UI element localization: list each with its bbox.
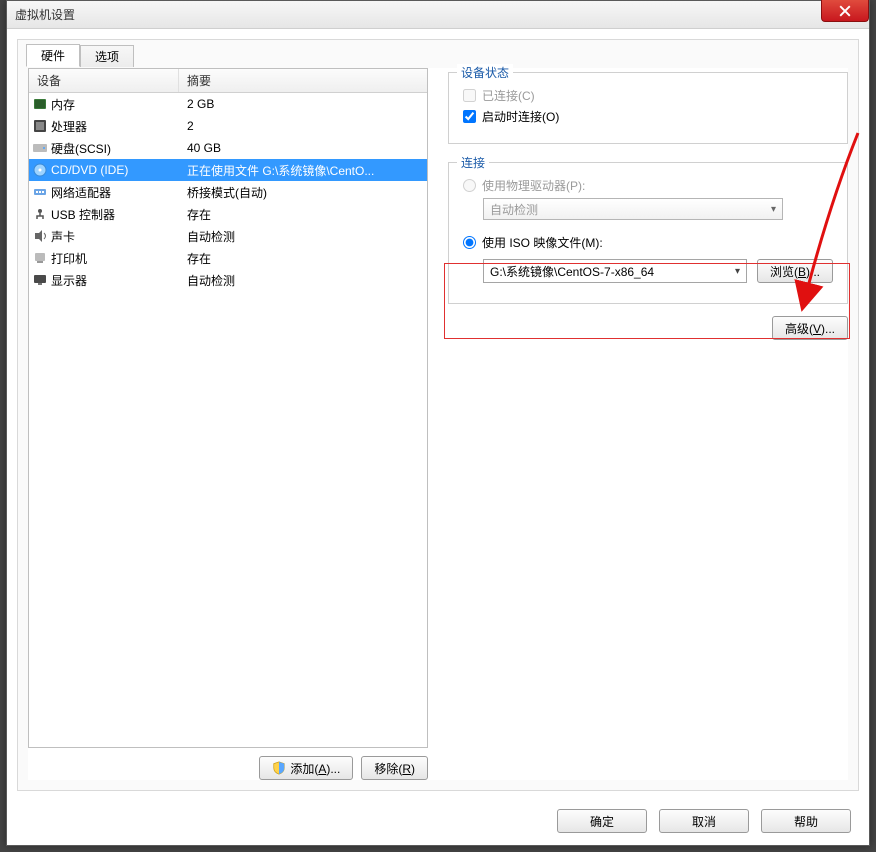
device-row[interactable]: USB 控制器存在 [29, 203, 427, 225]
device-summary: 2 [179, 119, 427, 133]
device-name: CD/DVD (IDE) [51, 163, 179, 177]
col-summary[interactable]: 摘要 [179, 69, 427, 92]
checkbox-connected-label: 已连接(C) [482, 87, 535, 104]
window-title: 虚拟机设置 [15, 6, 75, 23]
device-summary: 存在 [179, 206, 427, 223]
radio-iso-input[interactable] [463, 236, 476, 249]
group-connection: 连接 使用物理驱动器(P): 自动检测 ▾ 使用 ISO 映像文件(M): [448, 162, 848, 304]
tab-hardware-label: 硬件 [41, 47, 65, 64]
advanced-row: 高级(V)... [448, 316, 848, 340]
combo-physical-drive: 自动检测 ▾ [483, 198, 783, 220]
add-button-label: 添加(A)... [290, 760, 340, 777]
device-row[interactable]: 声卡自动检测 [29, 225, 427, 247]
device-name: 硬盘(SCSI) [51, 140, 179, 157]
combo-physical-drive-value: 自动检测 [490, 201, 538, 218]
device-summary: 2 GB [179, 97, 427, 111]
titlebar: 虚拟机设置 [7, 1, 869, 29]
sound-icon [29, 228, 51, 244]
device-summary: 自动检测 [179, 228, 427, 245]
network-icon [29, 184, 51, 200]
device-name: 声卡 [51, 228, 179, 245]
checkbox-connect-poweron[interactable]: 启动时连接(O) [463, 108, 833, 125]
device-row[interactable]: 打印机存在 [29, 247, 427, 269]
device-summary: 40 GB [179, 141, 427, 155]
advanced-button-label: 高级(V)... [785, 320, 835, 337]
group-connection-title: 连接 [457, 154, 489, 171]
device-row[interactable]: CD/DVD (IDE)正在使用文件 G:\系统镜像\CentO... [29, 159, 427, 181]
device-summary: 正在使用文件 G:\系统镜像\CentO... [179, 162, 427, 179]
cd-icon [29, 162, 51, 178]
tab-options[interactable]: 选项 [80, 45, 134, 67]
right-column: 设备状态 已连接(C) 启动时连接(O) 连接 使用物理驱动器(P): [448, 68, 848, 780]
browse-button[interactable]: 浏览(B)... [757, 259, 833, 283]
cpu-icon [29, 118, 51, 134]
device-name: 打印机 [51, 250, 179, 267]
dialog-footer: 确定 取消 帮助 [7, 797, 869, 845]
device-name: 网络适配器 [51, 184, 179, 201]
add-button[interactable]: 添加(A)... [259, 756, 353, 780]
device-name: 显示器 [51, 272, 179, 289]
device-summary: 桥接模式(自动) [179, 184, 427, 201]
device-row[interactable]: 内存2 GB [29, 93, 427, 115]
checkbox-connect-poweron-input[interactable] [463, 110, 476, 123]
tab-strip: 硬件 选项 [26, 39, 134, 62]
checkbox-connected[interactable]: 已连接(C) [463, 87, 833, 104]
browse-button-label: 浏览(B)... [770, 263, 820, 280]
tab-panel-hardware: 设备 摘要 内存2 GB处理器2硬盘(SCSI)40 GBCD/DVD (IDE… [28, 68, 848, 780]
help-button-label: 帮助 [794, 813, 818, 830]
checkbox-connected-input[interactable] [463, 89, 476, 102]
col-device[interactable]: 设备 [29, 69, 179, 92]
combo-iso-path-value: G:\系统镜像\CentOS-7-x86_64 [490, 263, 654, 280]
ok-button[interactable]: 确定 [557, 809, 647, 833]
device-list[interactable]: 设备 摘要 内存2 GB处理器2硬盘(SCSI)40 GBCD/DVD (IDE… [28, 68, 428, 748]
iso-row: G:\系统镜像\CentOS-7-x86_64 ▾ 浏览(B)... [483, 259, 833, 283]
dialog-window: 虚拟机设置 硬件 选项 设备 摘要 内存2 GB处理器2硬盘(SCSI)40 G… [6, 0, 870, 846]
device-summary: 存在 [179, 250, 427, 267]
usb-icon [29, 206, 51, 222]
radio-physical-input[interactable] [463, 179, 476, 192]
group-device-status: 设备状态 已连接(C) 启动时连接(O) [448, 72, 848, 144]
device-name: 内存 [51, 96, 179, 113]
list-header: 设备 摘要 [29, 69, 427, 93]
tab-hardware[interactable]: 硬件 [26, 44, 80, 67]
remove-button-label: 移除(R) [374, 760, 415, 777]
left-column: 设备 摘要 内存2 GB处理器2硬盘(SCSI)40 GBCD/DVD (IDE… [28, 68, 428, 780]
chevron-down-icon: ▾ [771, 204, 776, 215]
tab-options-label: 选项 [95, 48, 119, 65]
device-summary: 自动检测 [179, 272, 427, 289]
radio-physical[interactable]: 使用物理驱动器(P): [463, 177, 833, 194]
radio-physical-label: 使用物理驱动器(P): [482, 177, 585, 194]
help-button[interactable]: 帮助 [761, 809, 851, 833]
display-icon [29, 272, 51, 288]
device-row[interactable]: 硬盘(SCSI)40 GB [29, 137, 427, 159]
device-row[interactable]: 网络适配器桥接模式(自动) [29, 181, 427, 203]
combo-iso-path[interactable]: G:\系统镜像\CentOS-7-x86_64 ▾ [483, 259, 747, 283]
close-button[interactable] [821, 0, 869, 22]
checkbox-connect-poweron-label: 启动时连接(O) [482, 108, 559, 125]
chevron-down-icon[interactable]: ▾ [735, 266, 740, 277]
memory-icon [29, 96, 51, 112]
device-row[interactable]: 显示器自动检测 [29, 269, 427, 291]
device-name: 处理器 [51, 118, 179, 135]
radio-iso[interactable]: 使用 ISO 映像文件(M): [463, 234, 833, 251]
ok-button-label: 确定 [590, 813, 614, 830]
cancel-button[interactable]: 取消 [659, 809, 749, 833]
printer-icon [29, 250, 51, 266]
disk-icon [29, 140, 51, 156]
remove-button[interactable]: 移除(R) [361, 756, 428, 780]
cancel-button-label: 取消 [692, 813, 716, 830]
device-name: USB 控制器 [51, 206, 179, 223]
advanced-button[interactable]: 高级(V)... [772, 316, 848, 340]
list-buttons: 添加(A)... 移除(R) [28, 748, 428, 780]
list-body: 内存2 GB处理器2硬盘(SCSI)40 GBCD/DVD (IDE)正在使用文… [29, 93, 427, 291]
group-device-status-title: 设备状态 [457, 64, 513, 81]
close-icon [839, 5, 851, 17]
radio-iso-label: 使用 ISO 映像文件(M): [482, 234, 603, 251]
shield-icon [272, 761, 286, 775]
client-area: 硬件 选项 设备 摘要 内存2 GB处理器2硬盘(SCSI)40 GBCD/DV… [17, 39, 859, 791]
device-row[interactable]: 处理器2 [29, 115, 427, 137]
